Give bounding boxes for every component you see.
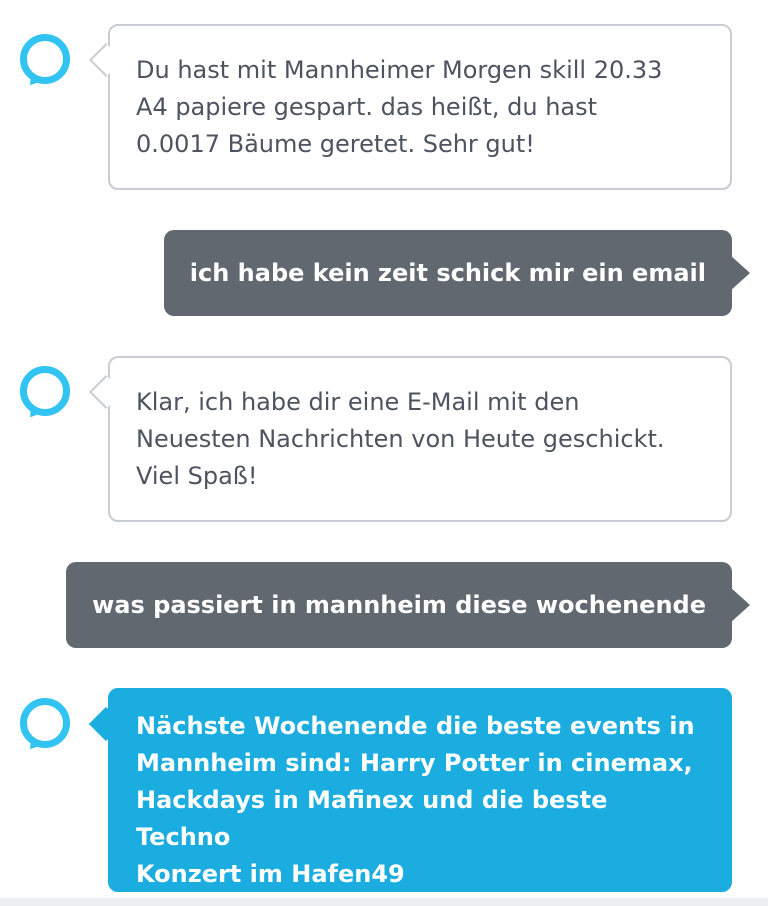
alexa-ring-icon xyxy=(20,34,70,84)
alexa-message-bubble-highlighted: Nächste Wochenende die beste events in M… xyxy=(108,688,732,892)
alexa-ring-icon xyxy=(20,366,70,416)
user-message-bubble: was passiert in mannheim diese wochenend… xyxy=(66,562,750,648)
bottom-divider xyxy=(0,898,768,906)
user-message-bubble: ich habe kein zeit schick mir ein email xyxy=(163,230,751,316)
alexa-ring-icon xyxy=(20,698,70,748)
alexa-message-bubble: Klar, ich habe dir eine E-Mail mit den N… xyxy=(108,356,732,522)
alexa-message-bubble: Du hast mit Mannheimer Morgen skill 20.3… xyxy=(108,24,732,190)
